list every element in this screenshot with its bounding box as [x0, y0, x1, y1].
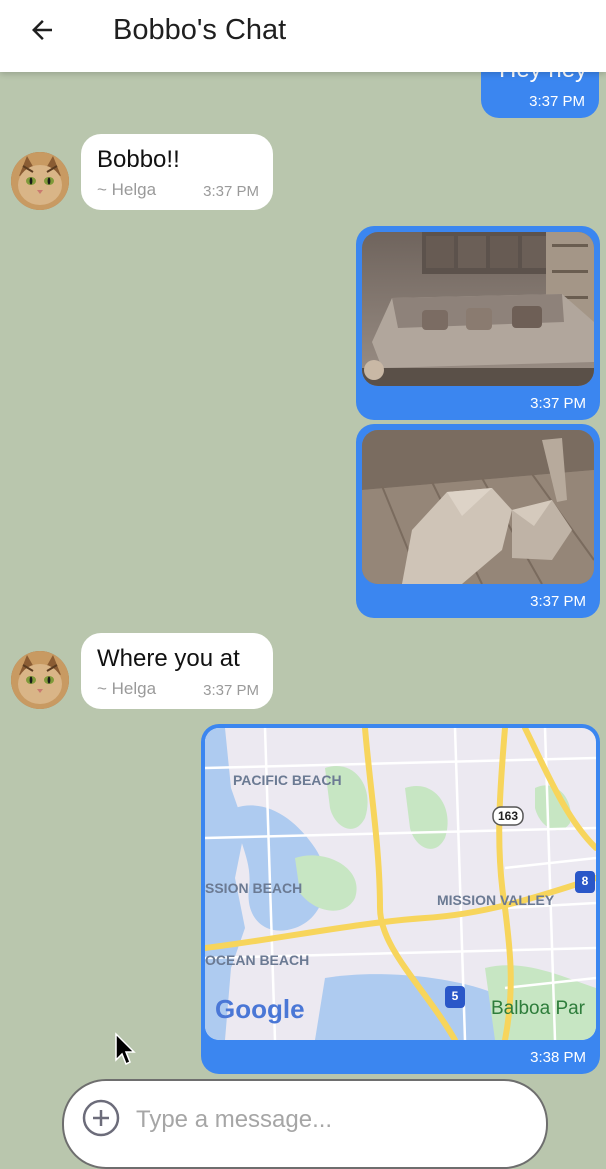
- map-label: PACIFIC BEACH: [233, 772, 342, 788]
- map-label: OCEAN BEACH: [205, 952, 310, 968]
- message-bubble-outgoing[interactable]: 3:37 PM: [356, 424, 600, 618]
- message-time: 3:37 PM: [530, 593, 586, 610]
- avatar[interactable]: [11, 152, 69, 210]
- map-label: MISSION VALLEY: [437, 892, 555, 908]
- map-attribution: Google: [215, 994, 305, 1024]
- message-time: 3:37 PM: [530, 395, 586, 412]
- highway-shield: 5: [451, 989, 459, 1003]
- message-text: Where you at: [97, 645, 240, 672]
- message-text: Bobbo!!: [97, 146, 180, 173]
- message-bubble-outgoing[interactable]: 3:37 PM: [356, 226, 600, 420]
- back-button[interactable]: [22, 12, 62, 48]
- message-time: 3:37 PM: [203, 682, 259, 699]
- mouse-pointer-icon: [115, 1032, 136, 1066]
- message-author: ~ Helga: [97, 679, 157, 698]
- photo-attachment[interactable]: [362, 430, 594, 584]
- chat-title: Bobbo's Chat: [113, 14, 287, 46]
- highway-shield: 8: [581, 874, 589, 888]
- map-label: SSION BEACH: [205, 880, 303, 896]
- app-bar: Bobbo's Chat: [0, 0, 606, 72]
- message-time: 3:37 PM: [203, 183, 259, 200]
- message-input[interactable]: [134, 1101, 518, 1139]
- avatar[interactable]: [11, 651, 69, 709]
- message-bubble-incoming[interactable]: Bobbo!! ~ Helga 3:37 PM: [81, 134, 273, 210]
- message-bubble-outgoing[interactable]: PACIFIC BEACH SSION BEACH OCEAN BEACH MI…: [201, 724, 600, 1074]
- message-bubble-incoming[interactable]: Where you at ~ Helga 3:37 PM: [81, 633, 273, 709]
- photo-attachment[interactable]: [362, 232, 594, 386]
- add-circle-icon: [82, 1099, 120, 1137]
- dog-image: [362, 430, 594, 584]
- message-author: ~ Helga: [97, 180, 157, 199]
- highway-shield: 163: [497, 809, 519, 823]
- attach-button[interactable]: [82, 1099, 120, 1137]
- sofa-room-image: [362, 232, 594, 386]
- message-time: 3:38 PM: [530, 1049, 586, 1066]
- cat-avatar-icon: [11, 651, 69, 709]
- map-attachment[interactable]: PACIFIC BEACH SSION BEACH OCEAN BEACH MI…: [205, 728, 596, 1040]
- message-time: 3:37 PM: [529, 93, 585, 110]
- arrow-back-icon: [32, 20, 52, 40]
- map-label: Balboa Par: [491, 998, 586, 1019]
- cat-avatar-icon: [11, 152, 69, 210]
